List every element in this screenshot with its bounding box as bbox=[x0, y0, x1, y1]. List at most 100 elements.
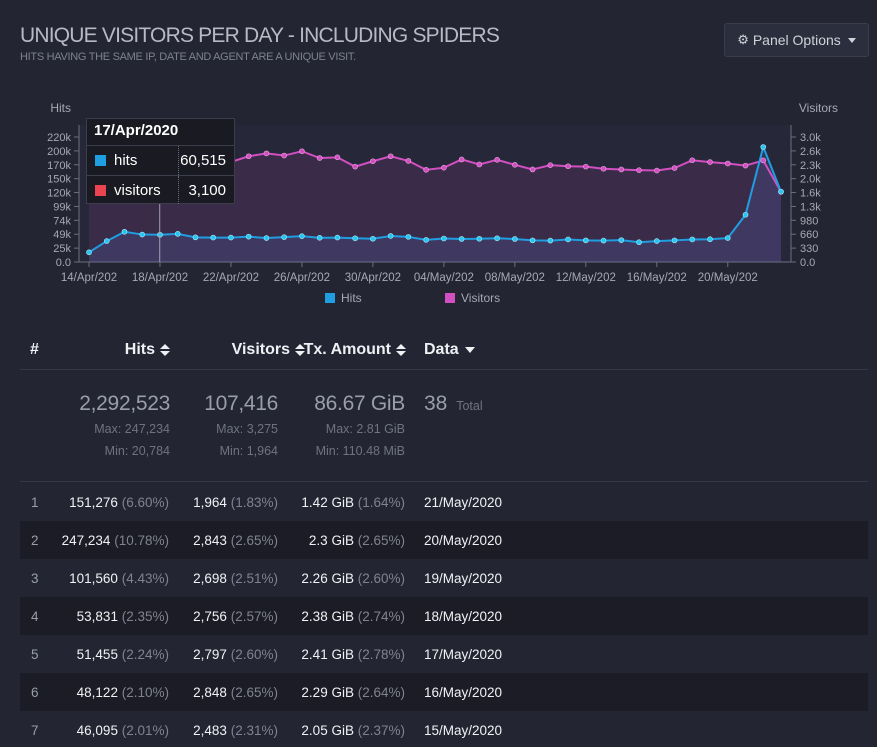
column-header-num: # bbox=[30, 341, 39, 358]
left-tick-label: 220k bbox=[47, 132, 71, 144]
column-header-data-label: Data bbox=[424, 341, 459, 358]
table-header: # Hits Visitors Tx. Amount Data bbox=[20, 330, 868, 370]
visitors-point bbox=[387, 153, 394, 160]
row-number: 2 bbox=[31, 533, 39, 548]
row-number: 4 bbox=[31, 609, 39, 624]
visitors-point bbox=[352, 163, 358, 170]
left-tick-label: 99k bbox=[53, 201, 71, 213]
sort-icon bbox=[396, 344, 406, 356]
visitors-point bbox=[707, 159, 713, 165]
table-row[interactable]: 1 151,276 (6.60%) 1,964 (1.83%) 1.42 GiB (1… bbox=[20, 483, 868, 521]
row-hits: 53,831 (2.35%) bbox=[77, 609, 169, 624]
hits-point bbox=[281, 234, 287, 240]
row-hits: 151,276 (6.60%) bbox=[69, 495, 169, 510]
table-row[interactable]: 2 247,234 (10.78%) 2,843 (2.65%) 2.3 GiB (2… bbox=[20, 521, 868, 559]
row-data: 18/May/2020 bbox=[424, 609, 503, 624]
total-visitors-min: Min: 1,964 bbox=[219, 444, 278, 458]
row-tx-percent: (2.60%) bbox=[357, 571, 405, 586]
visitors-point bbox=[512, 162, 518, 168]
row-visitors-value: 2,848 bbox=[193, 685, 227, 700]
panel-title: UNIQUE VISITORS PER DAY - INCLUDING SPID… bbox=[20, 24, 500, 47]
hits-point bbox=[512, 236, 518, 242]
hits-point bbox=[441, 235, 447, 242]
x-tick-label: 04/May/202 bbox=[414, 272, 474, 284]
hits-point bbox=[210, 234, 217, 241]
hits-point bbox=[139, 231, 146, 238]
table-row[interactable]: 7 46,095 (2.01%) 2,483 (2.31%) 2.05 GiB (2.… bbox=[20, 711, 868, 747]
row-visitors-value: 2,698 bbox=[193, 571, 227, 586]
legend-swatch-hits bbox=[325, 293, 335, 303]
right-tick-label: 330 bbox=[800, 243, 818, 255]
right-tick-label: 1.6k bbox=[800, 188, 821, 200]
visitors-point bbox=[334, 154, 341, 161]
hits-point bbox=[494, 235, 500, 242]
column-header-data[interactable]: Data bbox=[424, 341, 475, 359]
table-row[interactable]: 5 51,455 (2.24%) 2,797 (2.60%) 2.41 GiB (2.… bbox=[20, 635, 868, 673]
gear-icon: ⚙ bbox=[737, 32, 749, 47]
row-tx-amount: 2.38 GiB (2.74%) bbox=[301, 609, 405, 624]
row-data: 17/May/2020 bbox=[424, 647, 503, 662]
x-tick-label: 20/May/202 bbox=[698, 272, 758, 284]
row-hits-value: 48,122 bbox=[76, 685, 118, 700]
total-visitors-max: Max: 3,275 bbox=[216, 422, 278, 436]
hits-point bbox=[547, 237, 554, 244]
hits-point bbox=[103, 238, 110, 244]
row-tx-amount: 2.05 GiB (2.37%) bbox=[301, 723, 405, 738]
column-header-hits[interactable]: Hits bbox=[125, 341, 170, 359]
panel-options-button[interactable]: ⚙ Panel Options bbox=[724, 23, 869, 57]
row-visitors: 2,797 (2.60%) bbox=[193, 647, 278, 662]
hits-point bbox=[370, 235, 376, 242]
column-header-visitors[interactable]: Visitors bbox=[232, 341, 305, 359]
panel-header: UNIQUE VISITORS PER DAY - INCLUDING SPID… bbox=[20, 24, 500, 63]
row-tx-value: 2.05 GiB bbox=[301, 723, 354, 738]
left-tick-label: 120k bbox=[47, 188, 71, 200]
total-tx-value: 86.67 GiB bbox=[314, 392, 405, 415]
table-row[interactable]: 6 48,122 (2.10%) 2,848 (2.65%) 2.29 GiB (2.… bbox=[20, 673, 868, 711]
row-tx-value: 2.3 GiB bbox=[308, 533, 354, 548]
visitors-point bbox=[405, 158, 412, 164]
visitors-point bbox=[441, 164, 447, 171]
sort-icon bbox=[160, 344, 170, 356]
column-header-visitors-label: Visitors bbox=[231, 341, 290, 358]
hits-point bbox=[724, 235, 731, 241]
row-tx-amount: 2.41 GiB (2.78%) bbox=[301, 647, 405, 662]
hits-point bbox=[760, 144, 767, 150]
panel-subtitle: HITS HAVING THE SAME IP, DATE AND AGENT … bbox=[20, 51, 356, 63]
tooltip-row-hits: hits 60,515 bbox=[87, 146, 234, 175]
row-hits-value: 53,831 bbox=[76, 609, 118, 624]
hits-point bbox=[671, 237, 678, 244]
panel-options-label: Panel Options bbox=[752, 32, 841, 48]
tooltip-value-visitors: 3,100 bbox=[188, 181, 226, 199]
legend-label-hits: Hits bbox=[341, 291, 362, 305]
row-visitors: 1,964 (1.83%) bbox=[193, 495, 278, 510]
row-visitors-percent: (2.65%) bbox=[230, 685, 278, 700]
hits-point bbox=[476, 235, 483, 242]
row-tx-amount: 2.3 GiB (2.65%) bbox=[309, 533, 405, 548]
row-visitors-percent: (2.51%) bbox=[230, 571, 278, 586]
row-data: 16/May/2020 bbox=[424, 685, 503, 700]
total-visitors-value: 107,416 bbox=[204, 392, 278, 415]
row-tx-percent: (2.37%) bbox=[357, 723, 405, 738]
hits-point bbox=[707, 236, 713, 243]
table-row[interactable]: 4 53,831 (2.35%) 2,756 (2.57%) 2.38 GiB (2.… bbox=[20, 597, 868, 635]
hits-point bbox=[618, 237, 625, 243]
column-header-tx-amount[interactable]: Tx. Amount bbox=[304, 341, 406, 359]
visitors-point bbox=[458, 156, 465, 163]
row-tx-amount: 2.26 GiB (2.60%) bbox=[301, 571, 405, 586]
total-tx-max: Max: 2.81 GiB bbox=[325, 422, 405, 436]
row-visitors: 2,483 (2.31%) bbox=[193, 723, 278, 738]
total-hits-value: 2,292,523 bbox=[79, 392, 170, 415]
row-data: 15/May/2020 bbox=[424, 723, 503, 738]
row-hits-value: 247,234 bbox=[61, 533, 111, 548]
row-visitors: 2,756 (2.57%) bbox=[193, 609, 278, 624]
hits-point bbox=[334, 234, 341, 241]
row-tx-value: 2.38 GiB bbox=[301, 609, 354, 624]
visitors-point bbox=[600, 165, 607, 172]
caret-down-icon bbox=[464, 347, 475, 353]
table-row[interactable]: 3 101,560 (4.43%) 2,698 (2.51%) 2.26 GiB (2… bbox=[20, 559, 868, 597]
hits-point bbox=[316, 235, 323, 241]
tooltip-swatch-visitors bbox=[95, 184, 106, 196]
row-visitors: 2,848 (2.65%) bbox=[193, 685, 278, 700]
hits-point bbox=[423, 237, 429, 243]
left-tick-label: 0.0 bbox=[56, 257, 71, 269]
